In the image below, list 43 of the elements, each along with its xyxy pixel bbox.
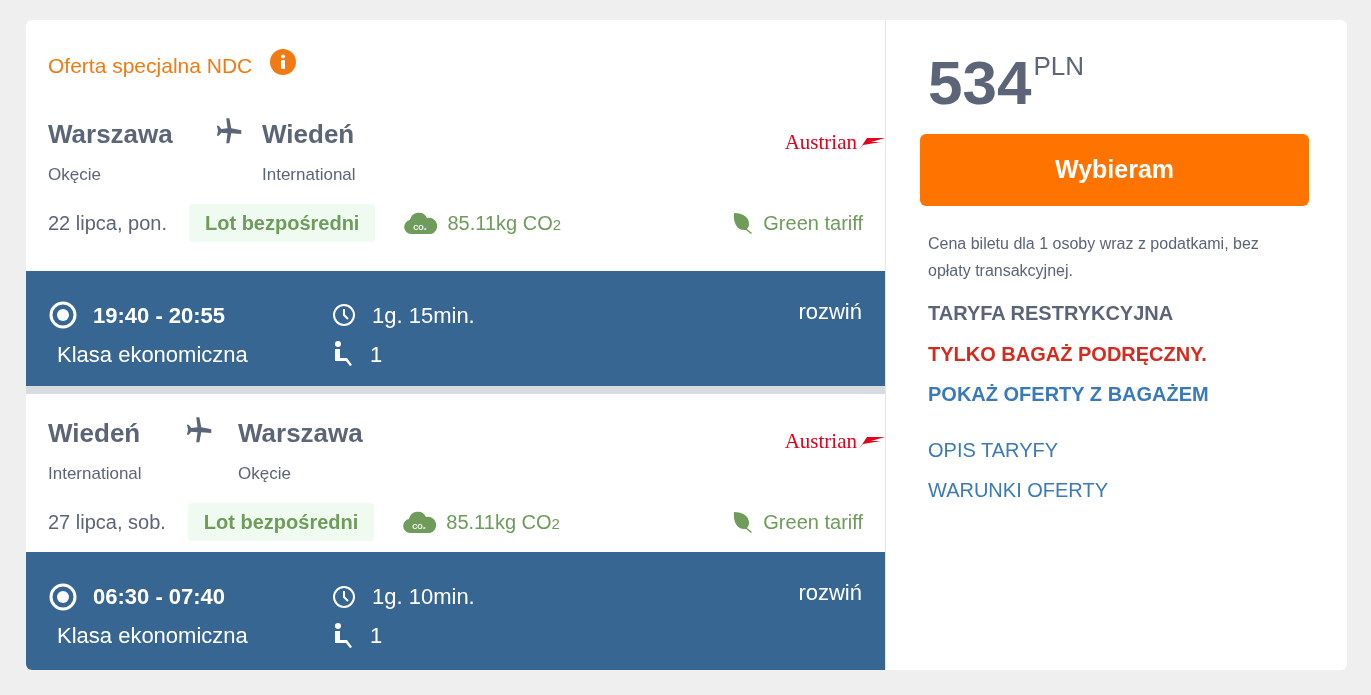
clock-icon: [332, 303, 356, 328]
flight-date: 27 lipca, sob.: [48, 509, 166, 535]
city-name: Warszawa: [238, 417, 363, 451]
direct-flight-badge: Lot bezpośredni: [187, 502, 375, 541]
direct-flight-badge: Lot bezpośredni: [189, 203, 376, 242]
airport-name: Okęcie: [238, 463, 292, 486]
passenger-count: 1: [370, 340, 383, 369]
airport-name: International: [48, 463, 143, 486]
cabin-class: Klasa ekonomiczna: [57, 622, 249, 651]
currency-label: PLN: [1033, 50, 1085, 83]
passenger-count: 1: [370, 622, 383, 651]
flight-duration: 1g. 15min.: [372, 301, 475, 330]
select-button[interactable]: Wybieram: [920, 134, 1309, 206]
seated-person-icon: [332, 341, 354, 368]
city-name: Warszawa: [48, 118, 174, 152]
city-name: Wiedeń: [262, 118, 356, 152]
airline-name: Austrian: [784, 129, 857, 157]
airport-name: Okęcie: [48, 164, 102, 187]
tariff-label: Green tariff: [763, 509, 863, 535]
info-icon[interactable]: [270, 49, 297, 75]
offer-label: Oferta specjalna NDC: [48, 53, 253, 79]
expand-link[interactable]: rozwiń: [798, 576, 862, 610]
city-name: Wiedeń: [48, 417, 142, 451]
cabin-class: Klasa ekonomiczna: [57, 340, 249, 369]
clock-icon: [332, 584, 356, 609]
airline-name: Austrian: [784, 428, 857, 456]
seated-person-icon: [332, 622, 354, 649]
fare-link[interactable]: OPIS TARYFY: [928, 435, 1059, 466]
flight-times: 06:30 - 07:40: [93, 583, 226, 612]
price-amount: 534: [928, 52, 1032, 114]
radio-button[interactable]: [49, 582, 77, 611]
tariff-label: Green tariff: [763, 210, 863, 236]
airport-name: International: [262, 164, 356, 187]
fare-link[interactable]: WARUNKI OFERTY: [928, 475, 1108, 506]
flight-date: 22 lipca, pon.: [48, 210, 167, 236]
expand-link[interactable]: rozwiń: [798, 294, 862, 328]
flight-duration: 1g. 10min.: [372, 583, 475, 612]
price-note: Cena biletu dla 1 osoby wraz z podatkami, bez opłaty transakcyjnej.: [928, 234, 1260, 282]
fare-name: TARYFA RESTRYKCYJNA: [928, 301, 1175, 327]
baggage-warning: TYLKO BAGAŻ PODRĘCZNY.: [928, 342, 1208, 368]
flight-times: 19:40 - 20:55: [93, 301, 226, 330]
baggage-offers-link[interactable]: POKAŻ OFERTY Z BAGAŻEM: [928, 379, 1209, 410]
radio-button[interactable]: [49, 301, 77, 330]
